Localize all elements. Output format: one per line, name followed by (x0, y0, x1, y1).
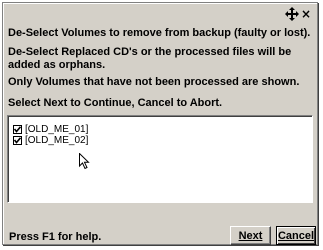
title-bar-icons: × (284, 7, 311, 21)
volume-label: [OLD_ME_02] (25, 135, 89, 146)
volume-selection-dialog: × De-Select Volumes to remove from backu… (2, 2, 318, 245)
help-hint: Press F1 for help. (9, 231, 102, 243)
list-item-volume-1[interactable]: [OLD_ME_01] (13, 124, 88, 135)
volume-checkbox[interactable] (13, 136, 22, 145)
next-button-label: Next (238, 229, 263, 242)
volume-list[interactable]: [OLD_ME_01] [OLD_ME_02] (7, 115, 313, 203)
mouse-pointer-icon (79, 153, 90, 170)
move-icon[interactable] (284, 7, 299, 21)
checkmark-icon (14, 137, 21, 144)
next-button[interactable]: Next (230, 226, 271, 245)
list-item-volume-2[interactable]: [OLD_ME_02] (13, 135, 88, 146)
instruction-replaced-cds: De-Select Replaced CD's or the processed… (8, 46, 292, 71)
checkmark-icon (14, 126, 21, 133)
volume-checkbox[interactable] (13, 125, 22, 134)
close-icon[interactable]: × (301, 7, 311, 21)
instruction-deselect-volumes: De-Select Volumes to remove from backup … (8, 27, 311, 39)
cancel-button[interactable]: Cancel (276, 226, 316, 245)
instruction-unprocessed-only: Only Volumes that have not been processe… (8, 76, 300, 88)
instruction-next-cancel: Select Next to Continue, Cancel to Abort… (8, 97, 223, 109)
volume-label: [OLD_ME_01] (25, 124, 89, 135)
cancel-button-label: Cancel (277, 229, 315, 242)
